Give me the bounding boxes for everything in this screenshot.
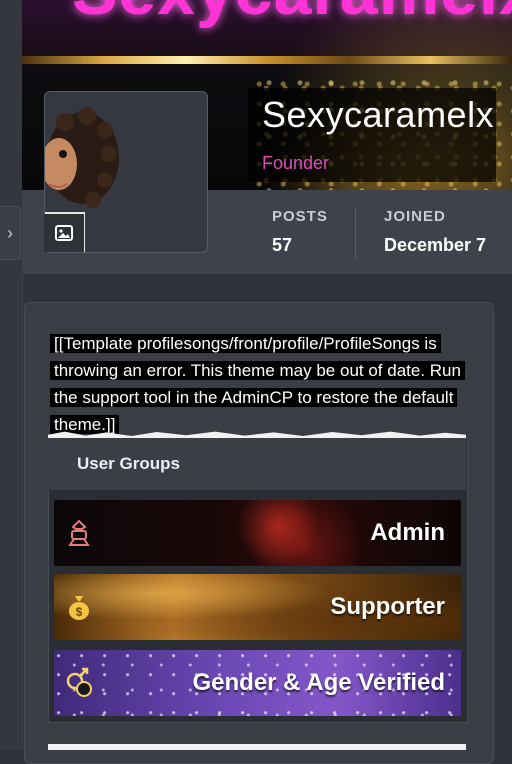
posts-value: 57 bbox=[272, 235, 293, 255]
template-error-text: [[Template profilesongs/front/profile/Pr… bbox=[50, 334, 465, 434]
joined-label: JOINED bbox=[384, 208, 446, 225]
gender-verified-icon bbox=[62, 666, 96, 700]
profile-name: Sexycaramelx bbox=[262, 94, 495, 135]
group-label-verified: Gender & Age Verified bbox=[192, 669, 445, 696]
group-label-admin: Admin bbox=[370, 519, 445, 546]
template-error-message: [[Template profilesongs/front/profile/Pr… bbox=[50, 330, 470, 438]
group-banner-verified[interactable]: Gender & Age Verified bbox=[54, 650, 461, 716]
change-cover-photo-button[interactable] bbox=[44, 214, 84, 252]
collapse-sidebar-tab[interactable]: › bbox=[0, 206, 21, 260]
posts-label: POSTS bbox=[272, 208, 328, 225]
image-icon bbox=[55, 225, 73, 241]
user-groups-title: User Groups bbox=[77, 454, 180, 473]
group-banner-admin[interactable]: Admin bbox=[54, 500, 461, 566]
torn-paper-edge-bottom bbox=[48, 744, 466, 750]
money-bag-icon: $ bbox=[62, 590, 96, 624]
group-banner-supporter[interactable]: $ Supporter bbox=[54, 574, 461, 640]
cover-gold-line bbox=[22, 56, 512, 64]
svg-text:$: $ bbox=[76, 605, 83, 619]
admin-icon bbox=[62, 516, 96, 550]
profile-role: Founder bbox=[262, 153, 330, 173]
side-strip bbox=[0, 0, 23, 750]
chevron-right-icon: › bbox=[7, 222, 13, 243]
stats-divider bbox=[355, 207, 356, 259]
cover-title: Sexycaramelx bbox=[72, 0, 512, 30]
joined-value: December 7 bbox=[384, 235, 487, 255]
group-label-supporter: Supporter bbox=[330, 593, 445, 620]
